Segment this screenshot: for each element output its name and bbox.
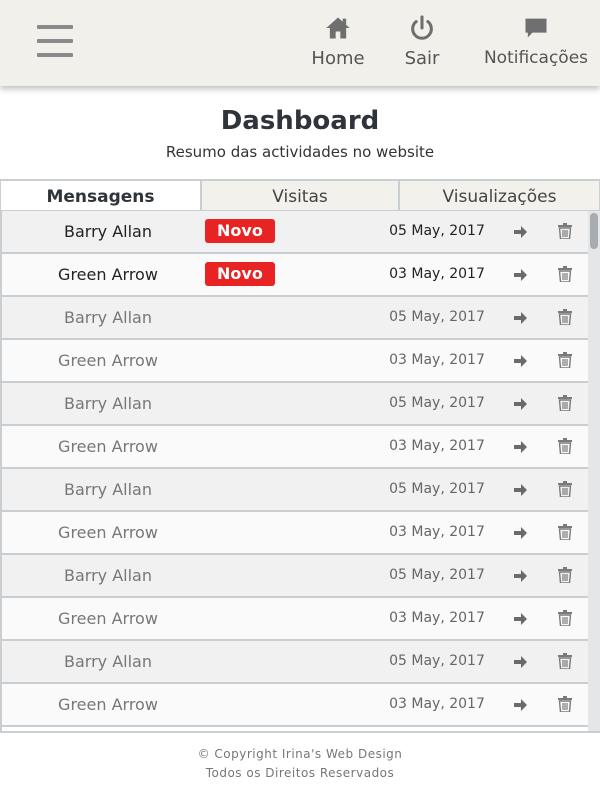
message-sender: Barry Allan (64, 308, 152, 327)
trash-icon[interactable] (558, 610, 574, 628)
tab-views[interactable]: Visualizações (399, 181, 600, 211)
trash-icon[interactable] (558, 524, 574, 542)
message-date: 05 May, 2017 (389, 481, 485, 497)
message-date: 05 May, 2017 (389, 567, 485, 583)
message-sender: Green Arrow (58, 695, 158, 714)
message-date: 05 May, 2017 (389, 395, 485, 411)
message-date: 03 May, 2017 (389, 610, 485, 626)
message-row[interactable]: Barry Allan 05 May, 2017 (2, 297, 590, 340)
trash-icon[interactable] (558, 653, 574, 671)
arrow-right-icon[interactable] (514, 654, 532, 670)
trash-icon[interactable] (558, 395, 574, 413)
message-date: 05 May, 2017 (389, 223, 485, 239)
tab-bar: Mensagens Visitas Visualizações (0, 179, 600, 213)
arrow-right-icon[interactable] (514, 439, 532, 455)
message-sender: Green Arrow (58, 523, 158, 542)
nav-home-label: Home (311, 48, 365, 69)
message-row[interactable]: Green Arrow 03 May, 2017 (2, 426, 590, 469)
arrow-right-icon[interactable] (514, 482, 532, 498)
message-row[interactable]: Green Arrow 03 May, 2017 (2, 512, 590, 555)
message-row[interactable]: Green Arrow 03 May, 2017 (2, 684, 590, 727)
nav-notifications-label: Notificações (483, 48, 589, 68)
message-date: 05 May, 2017 (389, 309, 485, 325)
page-title: Dashboard (220, 106, 380, 136)
message-row[interactable]: Barry Allan 05 May, 2017 (2, 641, 590, 684)
arrow-right-icon[interactable] (514, 568, 532, 584)
arrow-right-icon[interactable] (514, 611, 532, 627)
trash-icon[interactable] (558, 223, 574, 241)
message-sender: Barry Allan (64, 652, 152, 671)
message-row[interactable]: Green Arrow Novo 03 May, 2017 (2, 254, 590, 297)
new-badge: Novo (205, 262, 275, 286)
footer: © Copyright Irina's Web Design Todos os … (0, 731, 600, 802)
message-row[interactable]: Green Arrow 03 May, 2017 (2, 340, 590, 383)
nav-notifications-button[interactable]: Notificações (476, 14, 596, 68)
arrow-right-icon[interactable] (514, 353, 532, 369)
footer-copyright: © Copyright Irina's Web Design (197, 747, 403, 761)
arrow-right-icon[interactable] (514, 697, 532, 713)
message-sender: Green Arrow (58, 265, 158, 284)
footer-rights: Todos os Direitos Reservados (205, 766, 395, 780)
arrow-right-icon[interactable] (514, 267, 532, 283)
message-date: 03 May, 2017 (389, 266, 485, 282)
message-sender: Green Arrow (58, 351, 158, 370)
message-date: 03 May, 2017 (389, 696, 485, 712)
message-sender: Barry Allan (64, 394, 152, 413)
message-sender: Green Arrow (58, 437, 158, 456)
arrow-right-icon[interactable] (514, 224, 532, 240)
trash-icon[interactable] (558, 266, 574, 284)
message-row[interactable]: Green Arrow 03 May, 2017 (2, 598, 590, 641)
message-date: 03 May, 2017 (389, 352, 485, 368)
trash-icon[interactable] (558, 481, 574, 499)
trash-icon[interactable] (558, 567, 574, 585)
arrow-right-icon[interactable] (514, 525, 532, 541)
trash-icon[interactable] (558, 696, 574, 714)
hamburger-menu-icon[interactable] (37, 25, 73, 57)
scrollbar-thumb[interactable] (590, 213, 598, 249)
tab-messages[interactable]: Mensagens (0, 181, 201, 211)
message-row[interactable]: Barry Allan 05 May, 2017 (2, 383, 590, 426)
page-subtitle: Resumo das actividades no website (165, 143, 435, 161)
nav-home-button[interactable]: Home (303, 14, 373, 69)
message-date: 05 May, 2017 (389, 653, 485, 669)
new-badge: Novo (205, 219, 275, 243)
message-sender: Barry Allan (64, 566, 152, 585)
nav-logout-button[interactable]: Sair (392, 14, 452, 69)
list-scrollbar[interactable] (588, 211, 600, 731)
message-sender: Barry Allan (64, 480, 152, 499)
power-icon (392, 14, 452, 46)
messages-list: Barry Allan Novo 05 May, 2017 Green Arrow No… (0, 211, 590, 731)
chat-bubble-icon (476, 14, 596, 46)
message-date: 03 May, 2017 (389, 438, 485, 454)
trash-icon[interactable] (558, 438, 574, 456)
message-row[interactable]: Barry Allan 05 May, 2017 (2, 469, 590, 512)
trash-icon[interactable] (558, 309, 574, 327)
home-icon (303, 14, 373, 46)
arrow-right-icon[interactable] (514, 310, 532, 326)
nav-logout-label: Sair (404, 48, 440, 69)
message-date: 03 May, 2017 (389, 524, 485, 540)
top-bar: Home Sair Notificações (0, 0, 600, 86)
trash-icon[interactable] (558, 352, 574, 370)
arrow-right-icon[interactable] (514, 396, 532, 412)
message-row[interactable]: Barry Allan Novo 05 May, 2017 (2, 211, 590, 254)
tab-visits[interactable]: Visitas (201, 181, 399, 211)
message-sender: Green Arrow (58, 609, 158, 628)
message-row[interactable]: Barry Allan 05 May, 2017 (2, 555, 590, 598)
message-sender: Barry Allan (64, 222, 152, 241)
